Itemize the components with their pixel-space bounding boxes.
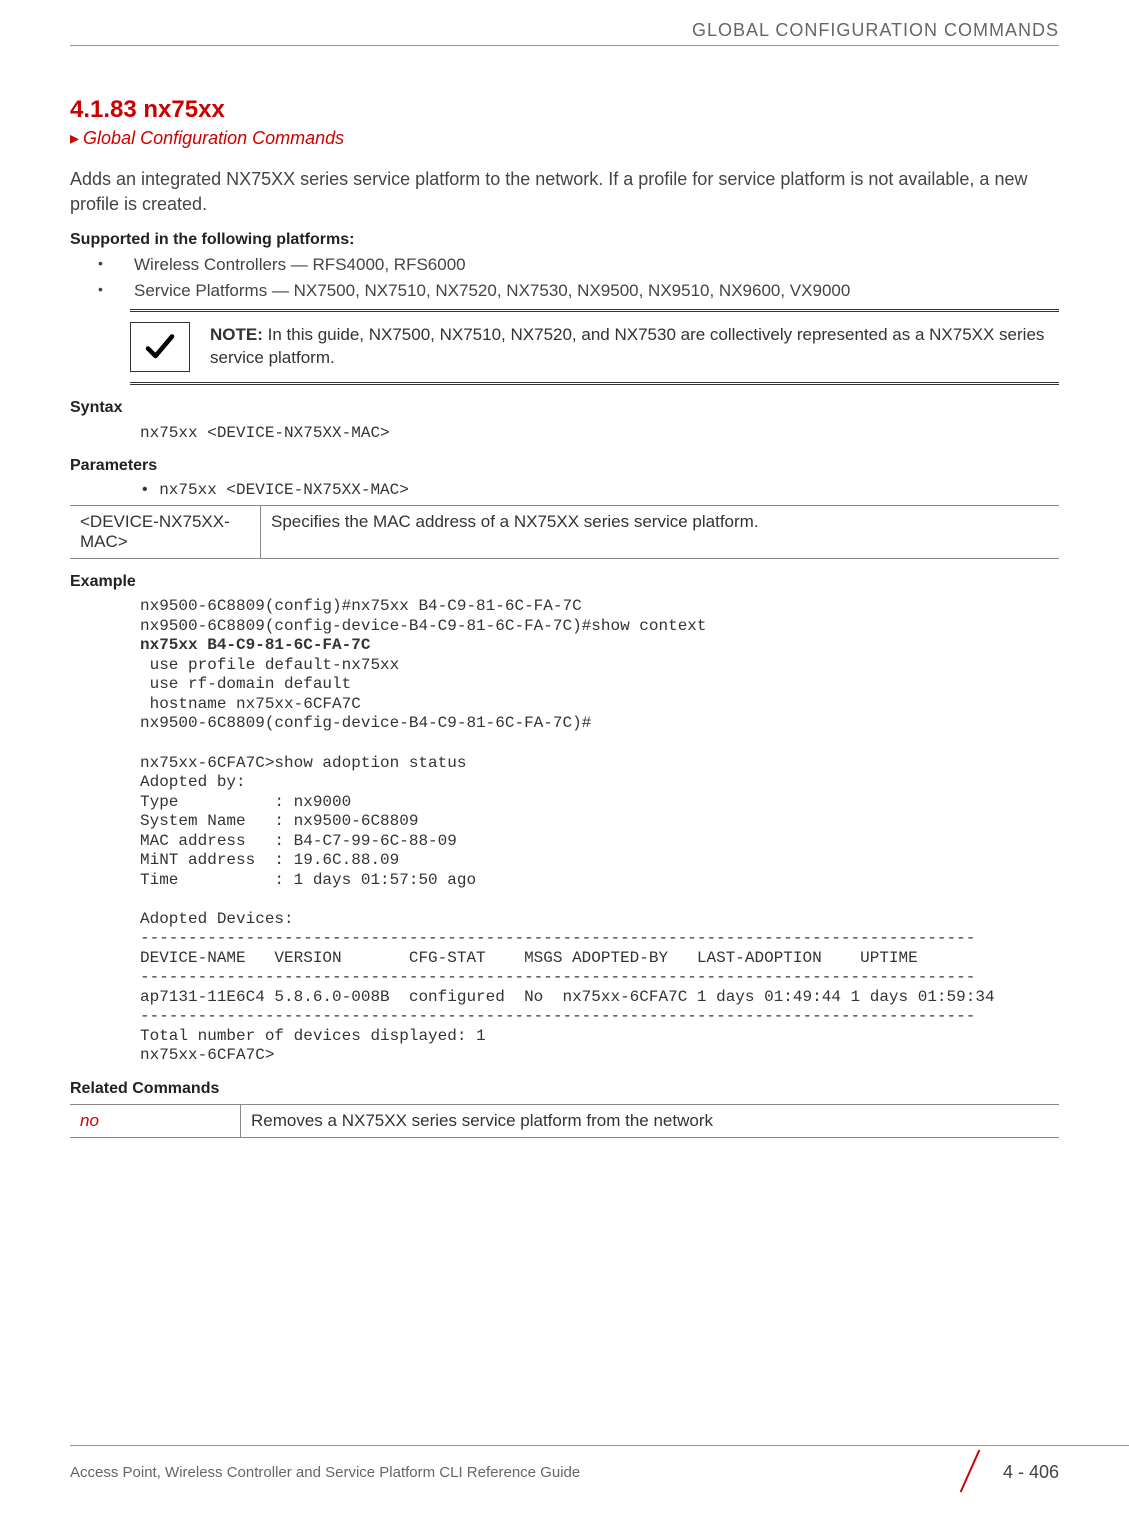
example-heading: Example xyxy=(70,573,1059,591)
related-heading: Related Commands xyxy=(70,1080,1059,1098)
code-line: Time : 1 days 01:57:50 ago xyxy=(140,871,476,889)
code-line: nx75xx-6CFA7C>show adoption status xyxy=(140,754,466,772)
related-cmd-cell[interactable]: no xyxy=(70,1104,241,1137)
checkmark-icon xyxy=(130,322,190,372)
parameters-bullet: • nx75xx <DEVICE-NX75XX-MAC> xyxy=(140,481,1059,499)
code-line: nx9500-6C8809(config)#nx75xx B4-C9-81-6C… xyxy=(140,597,582,615)
code-line: Type : nx9000 xyxy=(140,793,351,811)
supported-list: Wireless Controllers — RFS4000, RFS6000 … xyxy=(98,255,1059,301)
note-box: NOTE: In this guide, NX7500, NX7510, NX7… xyxy=(130,309,1059,385)
param-name-cell: <DEVICE-NX75XX-MAC> xyxy=(70,506,261,559)
code-line: MAC address : B4-C7-99-6C-88-09 xyxy=(140,832,457,850)
code-line: DEVICE-NAME VERSION CFG-STAT MSGS ADOPTE… xyxy=(140,949,918,967)
note-body: In this guide, NX7500, NX7510, NX7520, a… xyxy=(210,325,1044,367)
syntax-heading: Syntax xyxy=(70,399,1059,417)
code-line: System Name : nx9500-6C8809 xyxy=(140,812,418,830)
code-line: hostname nx75xx-6CFA7C xyxy=(140,695,361,713)
list-item: Service Platforms — NX7500, NX7510, NX75… xyxy=(98,281,1059,301)
code-line: nx75xx-6CFA7C> xyxy=(140,1046,274,1064)
code-line: ----------------------------------------… xyxy=(140,929,975,947)
example-code-block: nx9500-6C8809(config)#nx75xx B4-C9-81-6C… xyxy=(140,597,1059,1065)
code-line: use rf-domain default xyxy=(140,675,351,693)
code-line: Adopted Devices: xyxy=(140,910,294,928)
parameters-heading: Parameters xyxy=(70,457,1059,475)
code-line: MiNT address : 19.6C.88.09 xyxy=(140,851,399,869)
list-item: Wireless Controllers — RFS4000, RFS6000 xyxy=(98,255,1059,275)
code-line: Adopted by: xyxy=(140,773,246,791)
intro-text: Adds an integrated NX75XX series service… xyxy=(70,167,1059,217)
param-desc-cell: Specifies the MAC address of a NX75XX se… xyxy=(261,506,1060,559)
code-line-bold: nx75xx B4-C9-81-6C-FA-7C xyxy=(140,636,370,654)
note-label: NOTE: xyxy=(210,325,263,344)
table-row: <DEVICE-NX75XX-MAC> Specifies the MAC ad… xyxy=(70,506,1059,559)
page-footer: Access Point, Wireless Controller and Se… xyxy=(70,1445,1129,1492)
code-line: nx9500-6C8809(config-device-B4-C9-81-6C-… xyxy=(140,714,591,732)
footer-title: Access Point, Wireless Controller and Se… xyxy=(70,1464,949,1481)
header-section-label: GLOBAL CONFIGURATION COMMANDS xyxy=(70,20,1059,46)
related-desc-cell: Removes a NX75XX series service platform… xyxy=(241,1104,1060,1137)
syntax-code: nx75xx <DEVICE-NX75XX-MAC> xyxy=(140,423,1059,443)
table-row: no Removes a NX75XX series service platf… xyxy=(70,1104,1059,1137)
section-title: 4.1.83 nx75xx xyxy=(70,96,1059,124)
code-line: ap7131-11E6C4 5.8.6.0-008B configured No… xyxy=(140,988,995,1006)
code-line: nx9500-6C8809(config-device-B4-C9-81-6C-… xyxy=(140,617,707,635)
code-line: ----------------------------------------… xyxy=(140,968,975,986)
related-commands-table: no Removes a NX75XX series service platf… xyxy=(70,1104,1059,1138)
breadcrumb-link[interactable]: Global Configuration Commands xyxy=(70,128,1059,149)
footer-slash-icon xyxy=(949,1452,989,1492)
note-text: NOTE: In this guide, NX7500, NX7510, NX7… xyxy=(210,324,1059,370)
code-line: Total number of devices displayed: 1 xyxy=(140,1027,486,1045)
footer-page-number: 4 - 406 xyxy=(1003,1462,1059,1483)
supported-heading: Supported in the following platforms: xyxy=(70,231,1059,249)
code-line: use profile default-nx75xx xyxy=(140,656,399,674)
parameters-table: <DEVICE-NX75XX-MAC> Specifies the MAC ad… xyxy=(70,505,1059,559)
code-line: ----------------------------------------… xyxy=(140,1007,975,1025)
